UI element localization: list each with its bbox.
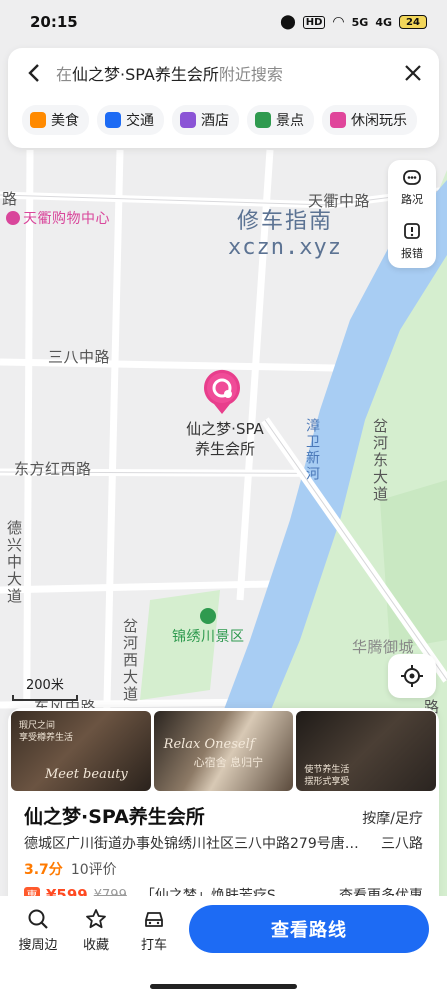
poi-detail-card[interactable]: 瑕尺之间 享受樽养生活 Meet beauty Relax Oneself 心宿… bbox=[8, 708, 439, 908]
cocktail-icon bbox=[330, 112, 346, 128]
status-bar: 20:15 ⬤ HD ◠ 5G 4G 24 bbox=[0, 0, 447, 44]
traffic-button[interactable]: 路况 bbox=[388, 160, 436, 214]
locate-button[interactable] bbox=[388, 654, 436, 698]
map-road-label: 岔河东大道 bbox=[371, 418, 389, 503]
poi-photo[interactable]: 瑕尺之间 享受樽养生活 Meet beauty bbox=[11, 711, 151, 791]
taxi-button[interactable]: 打车 bbox=[126, 908, 182, 953]
watermark-title: 修车指南 bbox=[236, 209, 333, 234]
signal-4g-icon: 4G bbox=[375, 15, 392, 29]
scale-label: 200米 bbox=[26, 678, 64, 693]
taxi-label: 打车 bbox=[140, 938, 167, 953]
search-card: 在仙之梦·SPA养生会所附近搜索 美食 交通 酒店 景点 休闲玩乐 bbox=[8, 48, 439, 148]
category-label: 酒店 bbox=[201, 113, 229, 129]
traffic-label: 路况 bbox=[401, 192, 423, 206]
crosshair-icon bbox=[401, 665, 423, 687]
map-poi-scenic[interactable]: 锦绣川景区 bbox=[172, 608, 245, 646]
fork-knife-icon bbox=[30, 112, 46, 128]
bottom-action-bar: 搜周边 收藏 打车 查看路线 bbox=[0, 896, 447, 1000]
mountain-icon bbox=[255, 112, 271, 128]
map-poi-label: 天衢购物中心 bbox=[23, 211, 110, 227]
chevron-left-icon bbox=[28, 64, 39, 82]
poi-category: 按摩/足疗 bbox=[362, 811, 423, 827]
map-poi-name-line: 仙之梦·SPA bbox=[186, 420, 264, 438]
status-icons: ⬤ HD ◠ 5G 4G 24 bbox=[280, 14, 427, 30]
scenic-icon bbox=[200, 608, 216, 624]
poi-reviews-link[interactable]: 10评价 bbox=[71, 859, 117, 879]
category-transport[interactable]: 交通 bbox=[97, 105, 164, 135]
map-road-label: 东方红西路 bbox=[14, 460, 92, 478]
photo-caption: 心宿舍 息归宁 bbox=[193, 756, 264, 769]
poi-photo[interactable]: 使节养生活 摆形式享受 bbox=[296, 711, 437, 791]
shopping-icon bbox=[6, 211, 20, 225]
photo-caption: 享受樽养生活 bbox=[19, 733, 74, 743]
photo-caption: 摆形式享受 bbox=[304, 777, 350, 787]
category-label: 交通 bbox=[126, 113, 154, 129]
search-nearby-button[interactable]: 搜周边 bbox=[10, 908, 66, 953]
category-label: 美食 bbox=[51, 113, 79, 129]
category-scenic[interactable]: 景点 bbox=[247, 105, 314, 135]
scale-bar bbox=[12, 695, 78, 701]
search-nearby-label: 搜周边 bbox=[18, 938, 58, 953]
photo-caption: 使节养生活 bbox=[304, 765, 350, 775]
search-prefix: 在 bbox=[56, 65, 73, 84]
wifi-icon: ◠ bbox=[332, 14, 345, 30]
category-label: 景点 bbox=[276, 113, 304, 129]
home-indicator[interactable] bbox=[150, 984, 297, 989]
report-icon bbox=[404, 222, 420, 239]
search-input[interactable]: 在仙之梦·SPA养生会所附近搜索 bbox=[56, 61, 401, 85]
category-hotel[interactable]: 酒店 bbox=[172, 105, 239, 135]
map-poi-label: 锦绣川景区 bbox=[172, 629, 245, 645]
map-river-label: 漳卫新河 bbox=[304, 418, 320, 482]
search-suffix: 附近搜索 bbox=[218, 65, 283, 84]
poi-rating: 3.7分 bbox=[24, 862, 63, 878]
view-route-button[interactable]: 查看路线 bbox=[189, 905, 429, 953]
car-icon bbox=[145, 912, 163, 927]
search-poi: 仙之梦·SPA养生会所 bbox=[72, 65, 219, 84]
bus-icon bbox=[105, 112, 121, 128]
poi-photo[interactable]: Relax Oneself 心宿舍 息归宁 bbox=[153, 711, 294, 791]
back-button[interactable] bbox=[22, 61, 46, 85]
watermark-url: xczn.xyz bbox=[228, 235, 342, 260]
status-time: 20:15 bbox=[30, 13, 78, 31]
close-button[interactable] bbox=[401, 61, 425, 85]
star-icon bbox=[86, 909, 106, 929]
map-poi-name[interactable]: 仙之梦·SPA 养生会所 bbox=[180, 419, 270, 459]
report-label: 报错 bbox=[401, 246, 423, 260]
photo-caption: Meet beauty bbox=[45, 767, 128, 782]
map-road-label: 路 bbox=[2, 190, 18, 208]
poi-road: 三八路 bbox=[381, 836, 423, 852]
watermark: 修车指南 xczn.xyz bbox=[228, 203, 342, 260]
category-label: 休闲玩乐 bbox=[351, 113, 407, 129]
map-poi-name-line: 养生会所 bbox=[194, 440, 255, 458]
category-bar: 美食 交通 酒店 景点 休闲玩乐 bbox=[8, 98, 439, 142]
map-scale: 200米 bbox=[12, 674, 78, 701]
map-tools: 路况 报错 bbox=[388, 160, 436, 268]
battery-icon: 24 bbox=[399, 15, 427, 29]
traffic-icon bbox=[403, 169, 421, 185]
map-road-label: 德兴中大道 bbox=[5, 520, 23, 605]
map-road-label: 三八中路 bbox=[48, 348, 111, 366]
map-road-label: 岔河西大道 bbox=[121, 618, 139, 703]
category-leisure[interactable]: 休闲玩乐 bbox=[322, 105, 417, 135]
poi-address: 德城区广川街道办事处锦绣川社区三八中路279号唐… bbox=[24, 836, 359, 852]
favorite-button[interactable]: 收藏 bbox=[68, 908, 124, 953]
location-icon: ⬤ bbox=[280, 14, 296, 30]
photo-strip[interactable]: 瑕尺之间 享受樽养生活 Meet beauty Relax Oneself 心宿… bbox=[8, 708, 439, 794]
favorite-label: 收藏 bbox=[82, 938, 109, 953]
photo-caption: 瑕尺之间 bbox=[19, 721, 56, 731]
poi-title: 仙之梦·SPA养生会所 bbox=[24, 806, 205, 828]
search-icon bbox=[28, 909, 48, 929]
close-icon bbox=[405, 65, 421, 81]
hotel-icon bbox=[180, 112, 196, 128]
category-food[interactable]: 美食 bbox=[22, 105, 89, 135]
report-button[interactable]: 报错 bbox=[388, 214, 436, 268]
map-poi-shopping-center[interactable]: 天衢购物中心 bbox=[6, 208, 110, 228]
photo-caption: Relax Oneself bbox=[163, 737, 255, 752]
hd-icon: HD bbox=[302, 15, 326, 29]
location-pin-icon[interactable] bbox=[202, 368, 242, 416]
signal-5g-icon: 5G bbox=[351, 15, 369, 29]
